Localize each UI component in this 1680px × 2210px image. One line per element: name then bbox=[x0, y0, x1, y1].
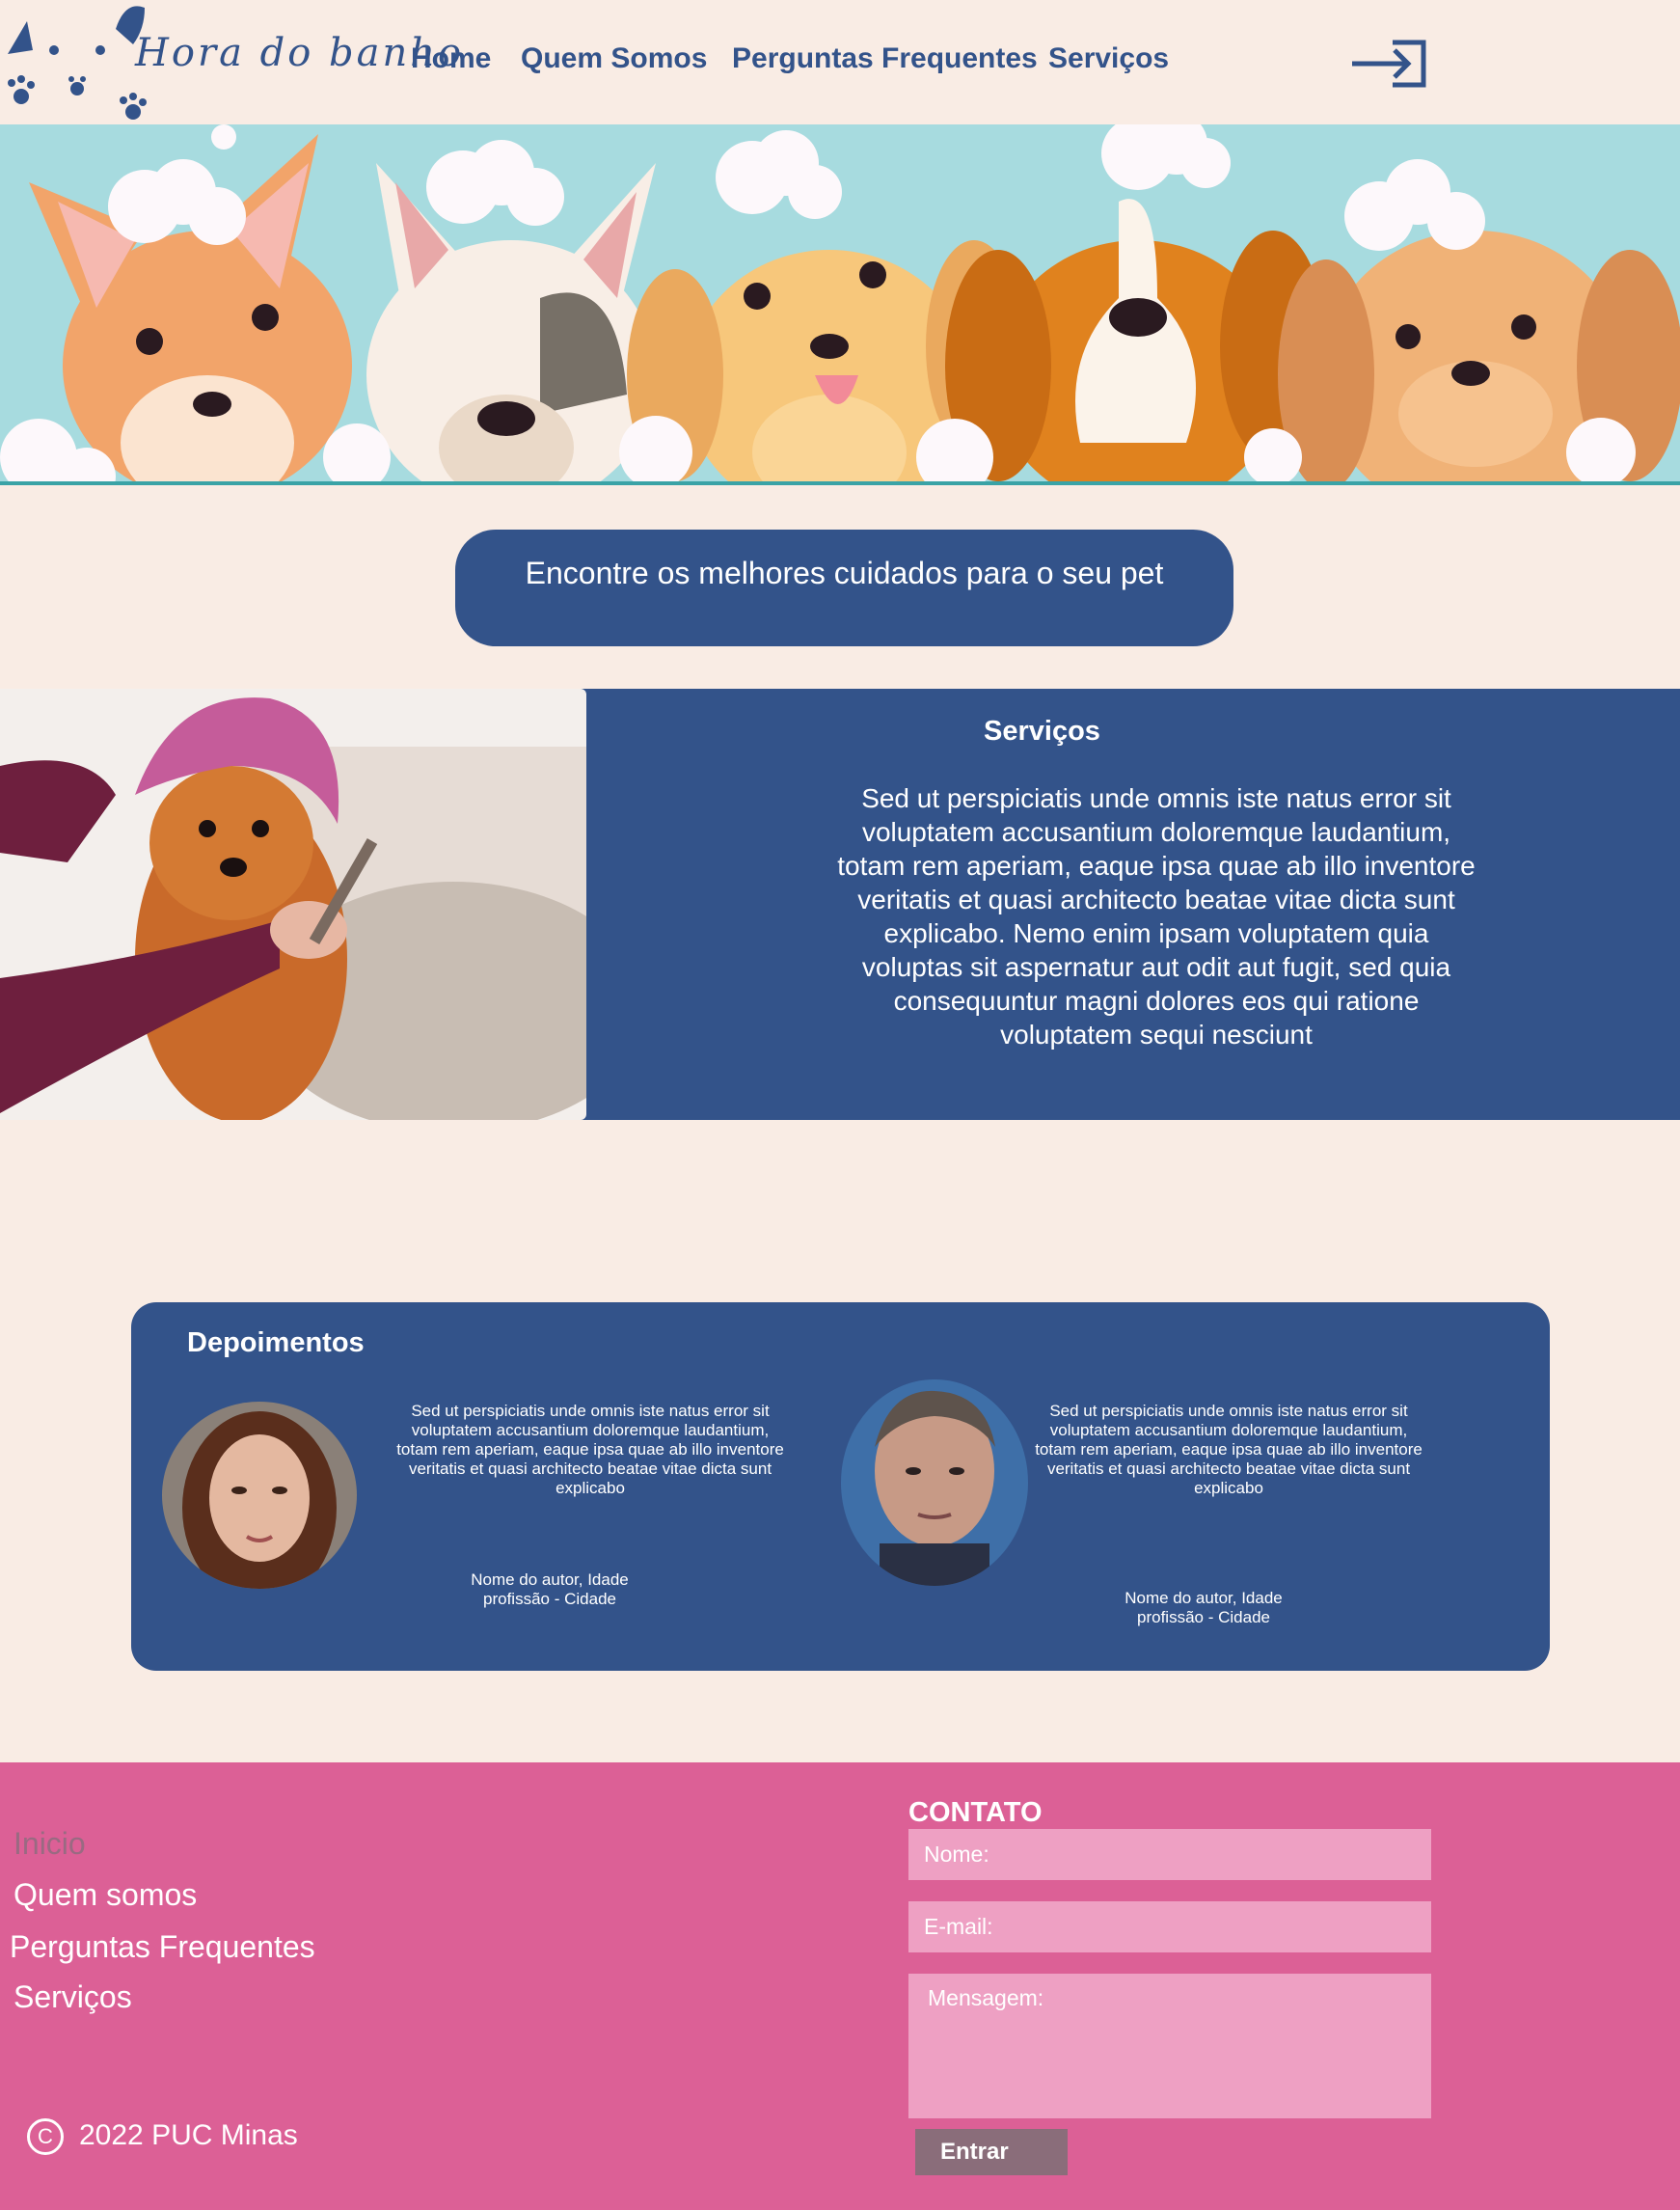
testimonial-author: Nome do autor, Idade bbox=[471, 1570, 629, 1589]
dog-with-towel-photo bbox=[0, 689, 586, 1120]
copyright: C 2022 PUC Minas bbox=[27, 2118, 298, 2155]
footer-link-inicio[interactable]: Inicio bbox=[14, 1826, 86, 1862]
testimonial-role: profissão - Cidade bbox=[483, 1590, 616, 1608]
testimonial-text: Sed ut perspiciatis unde omnis iste natu… bbox=[1035, 1402, 1423, 1497]
email-field[interactable] bbox=[908, 1901, 1431, 1952]
footer-link-servicos[interactable]: Serviços bbox=[14, 1979, 132, 2015]
nav-home[interactable]: Home bbox=[411, 42, 491, 75]
cartoon-dogs-bath-banner bbox=[0, 124, 1680, 483]
nav-perguntas-frequentes[interactable]: Perguntas Frequentes bbox=[732, 42, 1038, 75]
copyright-icon: C bbox=[27, 2118, 64, 2155]
login-arrow-icon[interactable] bbox=[1350, 39, 1429, 89]
footer-link-quem-somos[interactable]: Quem somos bbox=[14, 1877, 197, 1913]
hero-banner bbox=[0, 124, 1680, 483]
testimonial-role: profissão - Cidade bbox=[1137, 1608, 1270, 1626]
man-avatar bbox=[841, 1379, 1028, 1586]
nav-quem-somos[interactable]: Quem Somos bbox=[521, 42, 707, 75]
submit-button[interactable]: Entrar bbox=[915, 2129, 1068, 2175]
paw-prints-logo-icon[interactable] bbox=[0, 0, 154, 123]
hero-divider bbox=[0, 481, 1680, 485]
slogan-banner: Encontre os melhores cuidados para o seu… bbox=[455, 530, 1233, 646]
contact-title: CONTATO bbox=[908, 1797, 1043, 1828]
testimonial-author: Nome do autor, Idade bbox=[1125, 1589, 1283, 1607]
message-field[interactable] bbox=[908, 1974, 1431, 2118]
services-title: Serviços bbox=[984, 716, 1100, 747]
services-description: Sed ut perspiciatis unde omnis iste natu… bbox=[837, 783, 1476, 1050]
nav-servicos[interactable]: Serviços bbox=[1048, 42, 1169, 75]
copyright-text: 2022 PUC Minas bbox=[79, 2118, 298, 2151]
testimonial-text: Sed ut perspiciatis unde omnis iste natu… bbox=[396, 1402, 784, 1497]
footer-link-perguntas-frequentes[interactable]: Perguntas Frequentes bbox=[10, 1929, 315, 1965]
testimonials-title: Depoimentos bbox=[187, 1327, 365, 1358]
woman-avatar bbox=[162, 1402, 357, 1589]
name-field[interactable] bbox=[908, 1829, 1431, 1880]
